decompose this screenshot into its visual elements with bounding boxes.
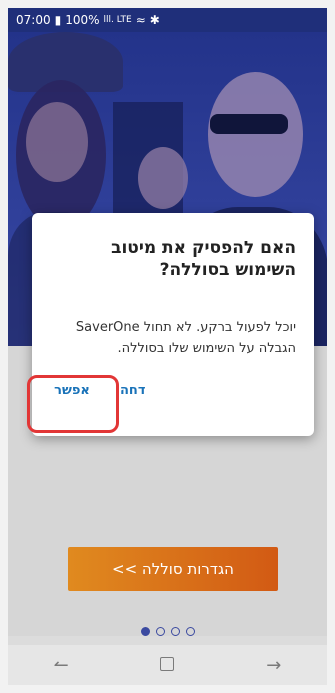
battery-percent: 100% bbox=[65, 13, 100, 27]
photo-shape bbox=[26, 102, 88, 182]
page-dot-active bbox=[140, 626, 150, 636]
page-indicator bbox=[8, 624, 327, 638]
recent-apps-icon[interactable] bbox=[147, 655, 187, 676]
deny-button[interactable]: דחה bbox=[120, 373, 146, 409]
dialog-title: האם להפסיק את מיטוב השימוש בסוללה? bbox=[111, 238, 296, 280]
page-dot bbox=[185, 626, 195, 636]
navigation-bar: ↼ → bbox=[8, 645, 327, 685]
status-bar: 07:00 ▮ 100% lll. LTE ≈ ✱ bbox=[8, 8, 327, 32]
signal-icon: lll. LTE bbox=[103, 15, 132, 25]
photo-shape bbox=[208, 72, 303, 197]
page-dot bbox=[155, 626, 165, 636]
allow-button-highlight bbox=[27, 375, 119, 433]
battery-icon: ▮ bbox=[54, 13, 62, 27]
back-gesture-icon[interactable]: ↼ bbox=[41, 655, 81, 676]
bluetooth-icon: ✱ bbox=[149, 13, 160, 27]
sunglasses-shape bbox=[210, 114, 288, 134]
phone-frame: 07:00 ▮ 100% lll. LTE ≈ ✱ הגדרות סוללה >… bbox=[0, 0, 335, 693]
dialog-message: יוכל לפעול ברקע. לא תחול SaverOne הגבלה … bbox=[75, 320, 296, 356]
page-dot bbox=[170, 626, 180, 636]
photo-shape bbox=[138, 147, 188, 209]
status-time: 07:00 bbox=[16, 13, 51, 27]
battery-settings-button[interactable]: הגדרות סוללה >> bbox=[68, 547, 278, 591]
forward-arrow-icon[interactable]: → bbox=[254, 655, 294, 676]
wifi-icon: ≈ bbox=[135, 13, 146, 27]
